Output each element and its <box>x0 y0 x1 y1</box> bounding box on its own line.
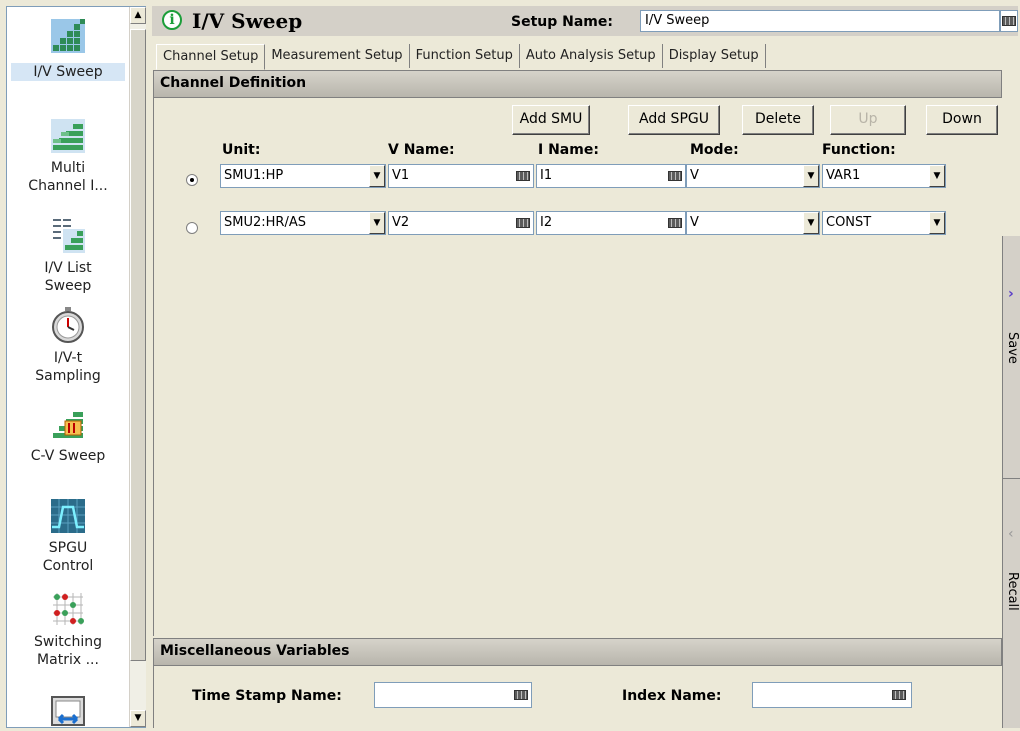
tab-function-setup[interactable]: Function Setup <box>410 44 520 68</box>
up-button[interactable]: Up <box>830 105 906 135</box>
chevron-down-icon[interactable]: ▼ <box>369 165 385 187</box>
app-item-label: Multi <box>50 160 86 176</box>
side-panel-tabs[interactable]: › Save ‹ Recall <box>1002 236 1020 728</box>
app-item-label-line2: Control <box>42 558 94 574</box>
add-smu-button[interactable]: Add SMU <box>512 105 590 135</box>
application-list-scrollbar[interactable]: ▲ ▼ <box>129 7 146 727</box>
setup-name-input[interactable]: I/V Sweep <box>640 10 1000 32</box>
app-item-label: C-V Sweep <box>30 448 106 464</box>
app-item-cv-sweep[interactable]: C-V Sweep <box>7 403 129 465</box>
scroll-up-arrow-icon[interactable]: ▲ <box>130 7 146 24</box>
scroll-down-arrow-icon[interactable]: ▼ <box>130 710 146 727</box>
cv-sweep-icon <box>51 407 85 441</box>
tab-divider <box>1003 478 1020 479</box>
mode-column-header: Mode: <box>690 142 739 158</box>
index-name-label: Index Name: <box>622 688 722 704</box>
chevron-left-icon[interactable]: ‹ <box>1008 526 1014 542</box>
tab-measurement-setup[interactable]: Measurement Setup <box>265 44 410 68</box>
delete-button[interactable]: Delete <box>742 105 814 135</box>
add-spgu-button[interactable]: Add SPGU <box>628 105 720 135</box>
app-item-label: I/V-t <box>53 350 83 366</box>
setup-name-keyboard-button[interactable] <box>1000 10 1018 32</box>
switching-matrix-icon <box>53 593 84 625</box>
time-stamp-input[interactable] <box>374 682 532 708</box>
misc-variables-header: Miscellaneous Variables <box>153 638 1002 666</box>
app-item-label: SPGU <box>48 540 88 556</box>
tab-channel-setup[interactable]: Channel Setup <box>156 44 266 70</box>
save-tab-label[interactable]: Save <box>1005 332 1020 364</box>
multi-channel-icon <box>51 119 85 153</box>
row-select-radio[interactable] <box>186 174 198 186</box>
application-list: I/V Sweep Multi Channel I... I/V List Sw… <box>7 7 129 727</box>
keyboard-icon <box>1002 16 1016 26</box>
time-stamp-label: Time Stamp Name: <box>192 688 342 704</box>
down-button[interactable]: Down <box>926 105 998 135</box>
mode-select[interactable]: V <box>686 211 820 235</box>
v-name-input[interactable]: V2 <box>388 211 534 235</box>
app-item-switching-matrix[interactable]: Switching Matrix ... <box>7 589 129 669</box>
app-item-spgu-control[interactable]: SPGU Control <box>7 495 129 575</box>
recall-tab-label[interactable]: Recall <box>1005 572 1020 611</box>
channel-definition-header: Channel Definition <box>153 70 1002 98</box>
v-name-column-header: V Name: <box>388 142 455 158</box>
keyboard-icon[interactable] <box>514 690 528 700</box>
tab-display-setup[interactable]: Display Setup <box>663 44 766 68</box>
info-icon[interactable]: i <box>162 10 182 30</box>
data-transfer-icon <box>51 696 85 726</box>
chevron-down-icon[interactable]: ▼ <box>929 165 945 187</box>
app-item-label: I/V List <box>44 260 92 276</box>
app-item-label-line2: Channel I... <box>28 178 108 194</box>
chevron-down-icon[interactable]: ▼ <box>803 165 819 187</box>
keyboard-icon[interactable] <box>516 218 530 228</box>
app-item-next[interactable] <box>7 695 129 727</box>
function-column-header: Function: <box>822 142 896 158</box>
stopwatch-icon <box>52 307 84 343</box>
app-item-label-line2: Sweep <box>44 278 92 294</box>
app-item-label-line2: Sampling <box>35 368 101 384</box>
scrollbar-thumb[interactable] <box>130 29 146 661</box>
row-select-radio[interactable] <box>186 222 198 234</box>
tab-auto-analysis-setup[interactable]: Auto Analysis Setup <box>520 44 663 68</box>
application-list-panel: I/V Sweep Multi Channel I... I/V List Sw… <box>6 6 146 728</box>
app-item-iv-sweep[interactable]: I/V Sweep <box>7 15 129 81</box>
app-item-label: I/V Sweep <box>11 63 125 81</box>
v-name-input[interactable]: V1 <box>388 164 534 188</box>
keyboard-icon[interactable] <box>668 171 682 181</box>
keyboard-icon[interactable] <box>516 171 530 181</box>
index-name-input[interactable] <box>752 682 912 708</box>
app-item-label-line2: Matrix ... <box>37 652 99 668</box>
setup-title: I/V Sweep <box>192 9 303 33</box>
function-select[interactable]: CONST <box>822 211 946 235</box>
keyboard-icon[interactable] <box>892 690 906 700</box>
setup-tabs: Channel Setup Measurement Setup Function… <box>156 44 766 70</box>
chevron-down-icon[interactable]: ▼ <box>369 212 385 234</box>
app-item-ivt-sampling[interactable]: I/V-t Sampling <box>7 305 129 385</box>
i-name-column-header: I Name: <box>538 142 599 158</box>
chevron-down-icon[interactable]: ▼ <box>803 212 819 234</box>
app-item-label: Switching <box>34 634 102 650</box>
iv-sweep-icon <box>49 15 87 55</box>
i-name-input[interactable]: I2 <box>536 211 686 235</box>
spgu-icon <box>51 499 85 533</box>
chevron-down-icon[interactable]: ▼ <box>929 212 945 234</box>
i-name-input[interactable]: I1 <box>536 164 686 188</box>
chevron-right-icon[interactable]: › <box>1008 286 1014 302</box>
unit-select[interactable]: SMU1:HP <box>220 164 386 188</box>
list-sweep-icon <box>53 219 85 253</box>
setup-name-label: Setup Name: <box>511 14 613 30</box>
app-item-multi-channel[interactable]: Multi Channel I... <box>7 115 129 195</box>
function-select[interactable]: VAR1 <box>822 164 946 188</box>
app-item-list-sweep[interactable]: I/V List Sweep <box>7 215 129 295</box>
mode-select[interactable]: V <box>686 164 820 188</box>
unit-select[interactable]: SMU2:HR/AS <box>220 211 386 235</box>
keyboard-icon[interactable] <box>668 218 682 228</box>
unit-column-header: Unit: <box>222 142 261 158</box>
